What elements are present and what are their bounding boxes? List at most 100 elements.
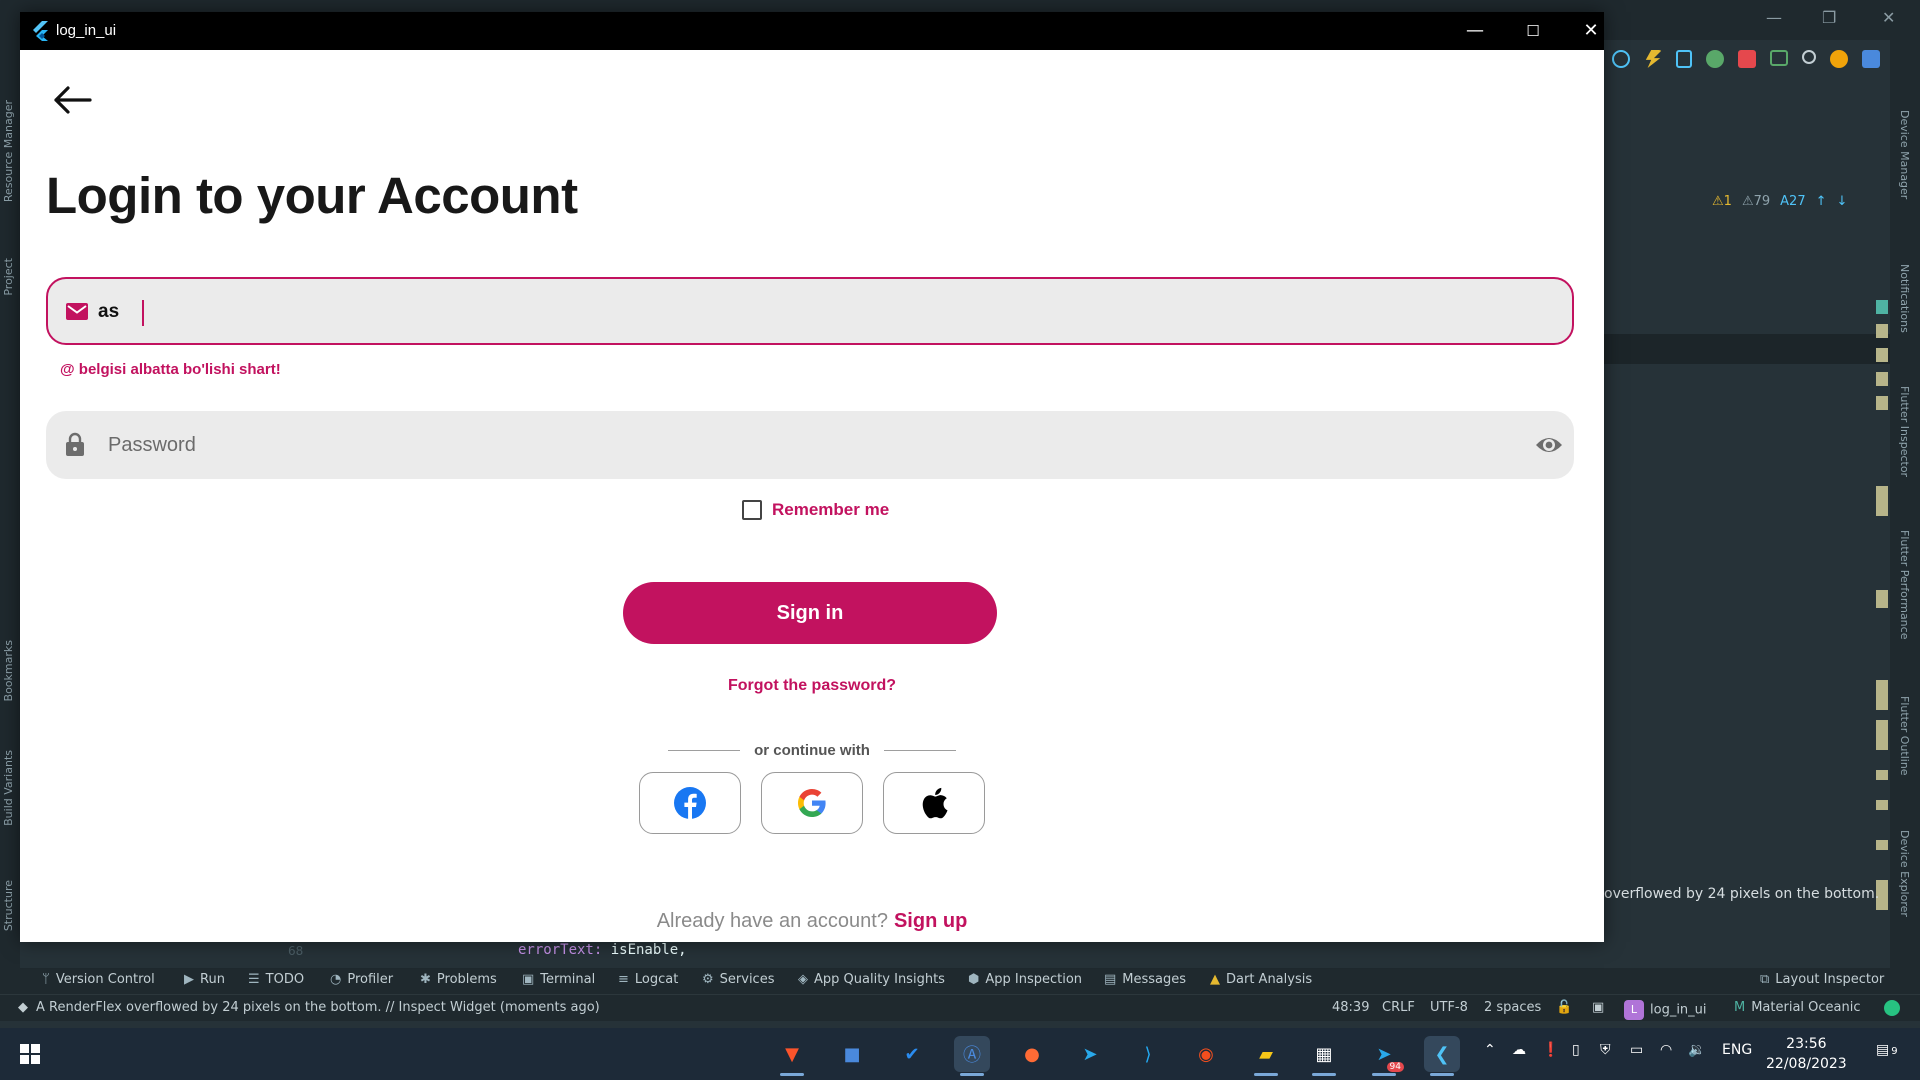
arrow-down-icon[interactable]: ↓ (1837, 194, 1848, 209)
tab-structure[interactable]: Structure (2, 880, 15, 931)
ide-restore-button[interactable]: ❐ (1822, 8, 1836, 27)
tab-flutter-performance[interactable]: Flutter Performance (1898, 530, 1911, 639)
toolwindow-app-quality-insights[interactable]: ◈ App Quality Insights (798, 972, 945, 987)
password-input[interactable] (106, 421, 1490, 469)
code-line: errorText: isEnable, (518, 942, 687, 958)
theme-indicator[interactable]: M Material Oceanic (1734, 1000, 1861, 1015)
language-indicator[interactable]: ENG (1722, 1042, 1752, 1058)
app-store-icon[interactable]: Ⓐ (954, 1036, 990, 1076)
ide-right-tool-strip: Device Manager Notifications Flutter Ins… (1890, 40, 1920, 970)
google-login-button[interactable] (761, 772, 863, 834)
email-error-message: @ belgisi albatta bo'lishi shart! (60, 361, 281, 378)
toolwindow-logcat[interactable]: ≡ Logcat (618, 972, 678, 987)
toolwindow-services[interactable]: ⚙ Services (702, 972, 774, 987)
caret-position[interactable]: 48:39 (1332, 1000, 1369, 1015)
password-field[interactable] (46, 411, 1574, 479)
tab-device-explorer[interactable]: Device Explorer (1898, 830, 1911, 917)
indent-setting[interactable]: 2 spaces (1484, 1000, 1541, 1015)
bug-icon[interactable] (1706, 50, 1724, 68)
ide-inspection-counts[interactable]: ⚠1 ⚠79 A27 ↑ ↓ (1712, 194, 1847, 209)
tab-project[interactable]: Project (2, 258, 15, 296)
device-mirror-icon[interactable] (1770, 50, 1788, 66)
tab-resource-manager[interactable]: Resource Manager (2, 100, 15, 202)
vscode-icon[interactable]: ⟩ (1130, 1036, 1166, 1072)
facebook-login-button[interactable] (639, 772, 741, 834)
toolwindow-terminal[interactable]: ▣ Terminal (522, 972, 595, 987)
save-disk-icon[interactable]: ■ (834, 1036, 870, 1072)
lock-icon[interactable]: 🔓 (1556, 1000, 1572, 1015)
tab-device-manager[interactable]: Device Manager (1898, 110, 1911, 199)
security-icon[interactable]: ⛨ (1600, 1042, 1611, 1058)
maximize-button[interactable]: ☐ (1510, 16, 1556, 46)
telegram-icon[interactable]: ➤ (1072, 1036, 1108, 1072)
device-file-icon[interactable] (1676, 50, 1692, 68)
toolwindow-layout-inspector[interactable]: ⧉ Layout Inspector (1760, 972, 1884, 987)
cloud-icon[interactable]: ☁ (1512, 1042, 1526, 1058)
telegram-desktop-icon[interactable]: ➤ 94 (1366, 1036, 1404, 1076)
layers-icon: ◆ (18, 1000, 28, 1015)
email-field[interactable] (46, 277, 1574, 345)
tab-notifications[interactable]: Notifications (1898, 264, 1911, 333)
ide-overflow-message: overflowed by 24 pixels on the bottom. (1604, 886, 1880, 902)
tab-flutter-inspector[interactable]: Flutter Inspector (1898, 386, 1911, 477)
sign-in-button[interactable]: Sign in (623, 582, 997, 644)
back-arrow-icon[interactable] (50, 84, 94, 116)
notification-center-icon[interactable]: ▤ 9 (1876, 1042, 1898, 1058)
search-icon[interactable] (1802, 50, 1816, 64)
clock[interactable]: 23:56 22/08/2023 (1766, 1034, 1847, 1074)
ide-minimize-button[interactable]: — (1766, 8, 1782, 27)
android-studio-icon[interactable]: ❮ (1424, 1036, 1460, 1076)
brave-icon[interactable]: ▼ (774, 1036, 810, 1076)
file-encoding[interactable]: UTF-8 (1430, 1000, 1468, 1015)
lightning-icon[interactable] (1645, 50, 1662, 68)
toolwindow-version-control[interactable]: ᛘ Version Control (42, 972, 155, 987)
line-separator[interactable]: CRLF (1382, 1000, 1415, 1015)
tab-flutter-outline[interactable]: Flutter Outline (1898, 696, 1911, 776)
readonly-icon[interactable]: ▣ (1592, 1000, 1604, 1015)
windows-start-icon[interactable] (20, 1044, 40, 1064)
volume-icon[interactable]: 🔉 (1688, 1042, 1705, 1058)
toolwindow-profiler[interactable]: ◔ Profiler (330, 972, 393, 987)
project-badge: L (1624, 1000, 1644, 1020)
warning-count: ⚠79 (1741, 194, 1771, 209)
gauge-icon[interactable] (1612, 50, 1630, 68)
flag-app-icon[interactable]: ▦ (1306, 1036, 1342, 1076)
close-button[interactable]: ✕ (1568, 16, 1604, 46)
postman-icon[interactable]: ● (1014, 1036, 1050, 1072)
figma-icon[interactable]: ◉ (1188, 1036, 1224, 1072)
remember-me-checkbox[interactable] (742, 500, 762, 520)
sign-up-question: Already have an account? (656, 910, 888, 932)
remember-me-row[interactable]: Remember me (742, 497, 889, 523)
update-icon[interactable] (1830, 50, 1848, 68)
alert-icon[interactable]: ❗ (1542, 1042, 1559, 1058)
eye-icon[interactable] (1535, 434, 1563, 456)
battery-icon[interactable]: ▭ (1630, 1042, 1643, 1058)
tab-build-variants[interactable]: Build Variants (2, 750, 15, 826)
ide-left-tool-strip: Resource Manager Project Bookmarks Build… (0, 40, 20, 970)
minimize-button[interactable]: — (1452, 16, 1498, 46)
wifi-icon[interactable]: ◠ (1660, 1042, 1672, 1058)
toolwindow-dart-analysis[interactable]: ▲ Dart Analysis (1210, 972, 1312, 987)
diamond-icon: ◈ (798, 972, 808, 987)
ide-close-button[interactable]: ✕ (1882, 8, 1895, 27)
project-indicator[interactable]: Llog_in_ui (1624, 1000, 1707, 1020)
todo-check-icon[interactable]: ✔ (894, 1036, 930, 1072)
status-message[interactable]: ◆ A RenderFlex overflowed by 24 pixels on… (18, 1000, 600, 1015)
arrow-up-icon[interactable]: ↑ (1816, 194, 1827, 209)
toolwindow-messages[interactable]: ▤ Messages (1104, 972, 1186, 987)
chevron-up-icon[interactable]: ⌃ (1484, 1042, 1496, 1058)
window-title-bar: log_in_ui — ☐ ✕ (20, 12, 1604, 50)
toolwindow-todo[interactable]: ☰ TODO (248, 972, 304, 987)
toolwindow-app-inspection[interactable]: ⬢ App Inspection (968, 972, 1082, 987)
toolwindow-problems[interactable]: ✱ Problems (420, 972, 497, 987)
warning-icon: ⚠ (1741, 194, 1754, 209)
sign-up-link[interactable]: Sign up (894, 910, 967, 932)
file-explorer-icon[interactable]: ▰ (1248, 1036, 1284, 1076)
tab-bookmarks[interactable]: Bookmarks (2, 640, 15, 701)
apple-login-button[interactable] (883, 772, 985, 834)
toolwindow-run[interactable]: ▶ Run (184, 972, 225, 987)
stop-icon[interactable] (1738, 50, 1756, 68)
usb-icon[interactable]: ▯ (1572, 1042, 1580, 1058)
email-input[interactable] (96, 289, 1540, 335)
account-icon[interactable] (1862, 50, 1880, 68)
